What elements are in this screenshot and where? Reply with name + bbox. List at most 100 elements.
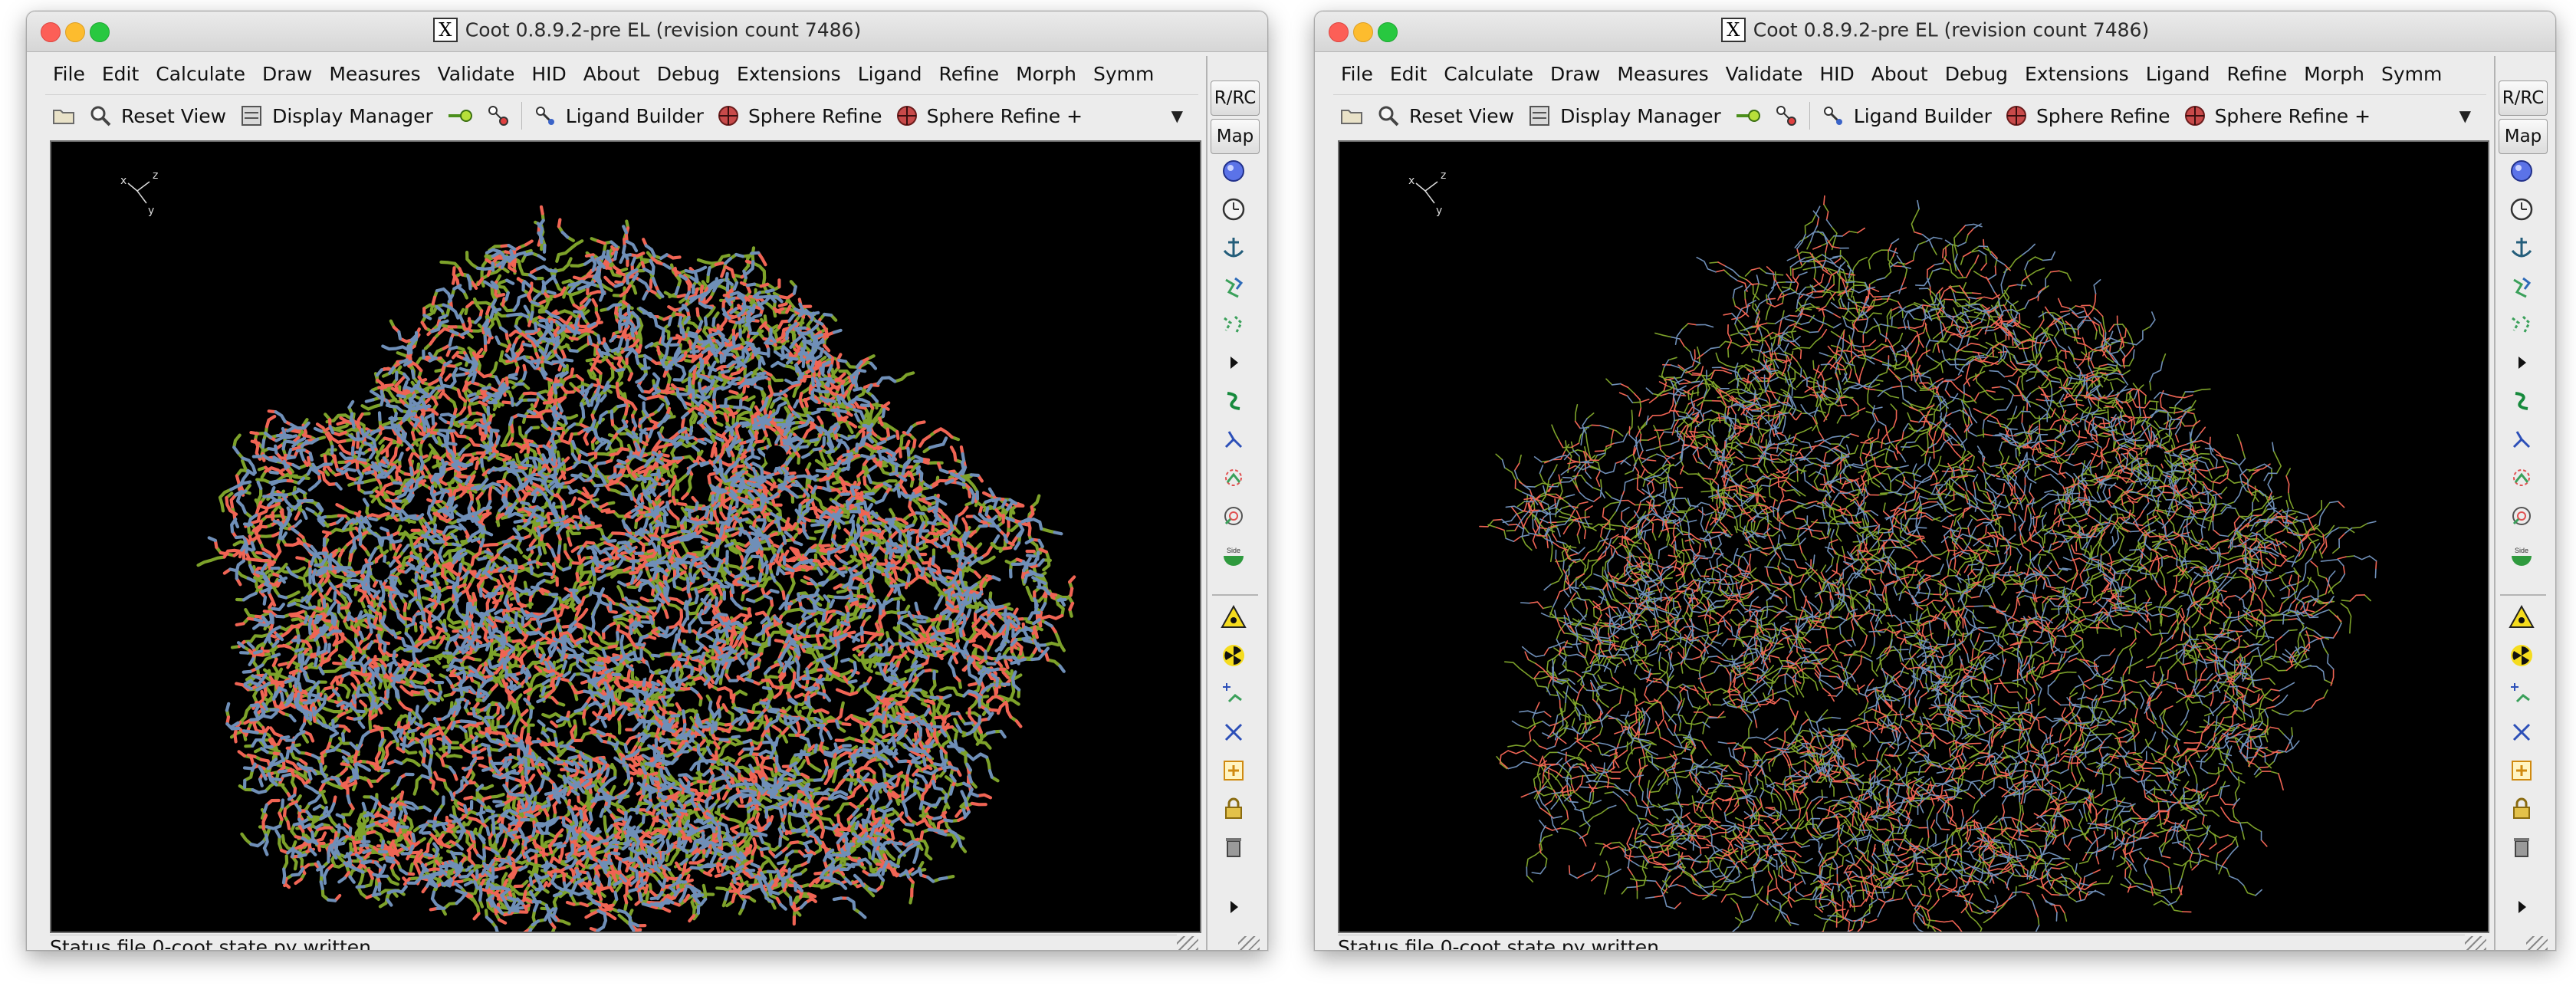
menu-refine[interactable]: Refine bbox=[930, 63, 1007, 85]
menu-symm[interactable]: Symm bbox=[2373, 63, 2450, 85]
menu-validate[interactable]: Validate bbox=[1717, 63, 1812, 85]
lock-button[interactable] bbox=[1218, 794, 1249, 824]
menu-calculate[interactable]: Calculate bbox=[147, 63, 254, 85]
radiation-warning-button[interactable] bbox=[2506, 602, 2537, 633]
menu-debug[interactable]: Debug bbox=[649, 63, 728, 85]
go-to-atom-button[interactable] bbox=[440, 99, 480, 133]
menu-file[interactable]: File bbox=[45, 63, 94, 85]
rrc-button[interactable]: R/RC bbox=[2499, 81, 2548, 116]
resize-grip[interactable] bbox=[2465, 936, 2486, 950]
menu-symm[interactable]: Symm bbox=[1085, 63, 1162, 85]
side-chain-button[interactable] bbox=[2506, 424, 2537, 455]
add-terminal-residue-button[interactable] bbox=[1218, 755, 1249, 786]
menu-draw[interactable]: Draw bbox=[254, 63, 320, 85]
add-atom-button[interactable] bbox=[2506, 679, 2537, 709]
graphics-canvas[interactable]: x z y bbox=[50, 140, 1201, 933]
menu-edit[interactable]: Edit bbox=[1382, 63, 1435, 85]
cavity bbox=[1730, 533, 1746, 548]
side-chain-180-button[interactable]: Side bbox=[2506, 539, 2537, 570]
flip-peptide-button[interactable] bbox=[2506, 386, 2537, 416]
regularize-button[interactable] bbox=[1218, 309, 1249, 340]
rrc-button[interactable]: R/RC bbox=[1211, 81, 1260, 116]
side-resize-grip[interactable] bbox=[2526, 936, 2548, 950]
expand-arrow-button[interactable] bbox=[1218, 347, 1249, 378]
menu-validate[interactable]: Validate bbox=[429, 63, 524, 85]
torsion-button[interactable] bbox=[1218, 462, 1249, 493]
clock-dial-button[interactable] bbox=[2506, 194, 2537, 225]
rotate-translate-button[interactable] bbox=[1218, 156, 1249, 186]
ligand-builder-button[interactable]: Ligand Builder bbox=[527, 99, 711, 133]
menu-extensions[interactable]: Extensions bbox=[2016, 63, 2137, 85]
more-arrow-button[interactable] bbox=[1218, 892, 1249, 922]
add-terminal-residue-button[interactable] bbox=[2506, 755, 2537, 786]
expand-arrow-button[interactable] bbox=[2506, 347, 2537, 378]
menu-hid[interactable]: HID bbox=[1811, 63, 1862, 85]
fit-molecule-button[interactable] bbox=[480, 99, 517, 133]
menu-measures[interactable]: Measures bbox=[320, 63, 429, 85]
sphere-refine-plus-button[interactable]: Sphere Refine + bbox=[889, 99, 1090, 133]
radiation-button[interactable] bbox=[1218, 640, 1249, 671]
delete-atom-button[interactable] bbox=[2506, 717, 2537, 748]
menu-morph[interactable]: Morph bbox=[1007, 63, 1085, 85]
sphere-refine-button[interactable]: Sphere Refine bbox=[1999, 99, 2177, 133]
sphere-refine-button[interactable]: Sphere Refine bbox=[711, 99, 889, 133]
map-button[interactable]: Map bbox=[2499, 119, 2548, 154]
menu-measures[interactable]: Measures bbox=[1608, 63, 1717, 85]
radiation-button[interactable] bbox=[2506, 640, 2537, 671]
radiation-warning-button[interactable] bbox=[1218, 602, 1249, 633]
reset-view-button[interactable]: Reset View bbox=[1370, 99, 1521, 133]
anchor-button[interactable] bbox=[1218, 232, 1249, 263]
lock-button[interactable] bbox=[2506, 794, 2537, 824]
toolbar-overflow-arrow-icon[interactable]: ▼ bbox=[1171, 107, 1198, 125]
menu-edit[interactable]: Edit bbox=[94, 63, 147, 85]
menu-extensions[interactable]: Extensions bbox=[728, 63, 849, 85]
toolbar-overflow-arrow-icon[interactable]: ▼ bbox=[2459, 107, 2486, 125]
torsion-button[interactable] bbox=[2506, 462, 2537, 493]
open-file-button[interactable] bbox=[45, 99, 82, 133]
menu-ligand[interactable]: Ligand bbox=[2137, 63, 2219, 85]
menu-hid[interactable]: HID bbox=[523, 63, 574, 85]
rotate-translate-button[interactable] bbox=[2506, 156, 2537, 186]
delete-atom-button[interactable] bbox=[1218, 717, 1249, 748]
menu-debug[interactable]: Debug bbox=[1937, 63, 2016, 85]
open-file-button[interactable] bbox=[1333, 99, 1370, 133]
side-chain-button[interactable] bbox=[1218, 424, 1249, 455]
menu-about[interactable]: About bbox=[1863, 63, 1937, 85]
fit-molecule-button[interactable] bbox=[1768, 99, 1805, 133]
flip-peptide-button[interactable] bbox=[1218, 386, 1249, 416]
sphere-refine-plus-icon bbox=[2184, 106, 2205, 126]
reset-view-button[interactable]: Reset View bbox=[82, 99, 233, 133]
menu-calculate[interactable]: Calculate bbox=[1435, 63, 1542, 85]
title-bar[interactable]: X Coot 0.8.9.2-pre EL (revision count 748… bbox=[1315, 12, 2555, 52]
resize-grip[interactable] bbox=[1177, 936, 1198, 950]
more-arrow-button[interactable] bbox=[2506, 892, 2537, 922]
menu-file[interactable]: File bbox=[1333, 63, 1382, 85]
map-button[interactable]: Map bbox=[1211, 119, 1260, 154]
title-bar[interactable]: X Coot 0.8.9.2-pre EL (revision count 748… bbox=[27, 12, 1267, 52]
display-manager-button[interactable]: Display Manager bbox=[233, 99, 440, 133]
rotamer-button[interactable] bbox=[1218, 272, 1249, 303]
menu-refine[interactable]: Refine bbox=[2218, 63, 2295, 85]
menu-ligand[interactable]: Ligand bbox=[849, 63, 931, 85]
go-to-atom-button[interactable] bbox=[1728, 99, 1768, 133]
mutate-button[interactable] bbox=[1218, 501, 1249, 531]
ligand-builder-button[interactable]: Ligand Builder bbox=[1815, 99, 1999, 133]
clock-dial-button[interactable] bbox=[1218, 194, 1249, 225]
side-chain-180-button[interactable]: Side bbox=[1218, 539, 1249, 570]
rotamer-button[interactable] bbox=[2506, 272, 2537, 303]
menu-about[interactable]: About bbox=[575, 63, 649, 85]
menu-morph[interactable]: Morph bbox=[2295, 63, 2373, 85]
molecule-icon bbox=[1776, 106, 1796, 126]
trash-button[interactable] bbox=[2506, 832, 2537, 863]
regularize-button[interactable] bbox=[2506, 309, 2537, 340]
add-atom-button[interactable] bbox=[1218, 679, 1249, 709]
side-resize-grip[interactable] bbox=[1238, 936, 1260, 950]
expand-arrow-icon bbox=[1230, 357, 1238, 369]
graphics-canvas[interactable]: x z y bbox=[1338, 140, 2489, 933]
trash-button[interactable] bbox=[1218, 832, 1249, 863]
anchor-button[interactable] bbox=[2506, 232, 2537, 263]
sphere-refine-plus-button[interactable]: Sphere Refine + bbox=[2177, 99, 2378, 133]
menu-draw[interactable]: Draw bbox=[1542, 63, 1608, 85]
mutate-button[interactable] bbox=[2506, 501, 2537, 531]
display-manager-button[interactable]: Display Manager bbox=[1521, 99, 1728, 133]
